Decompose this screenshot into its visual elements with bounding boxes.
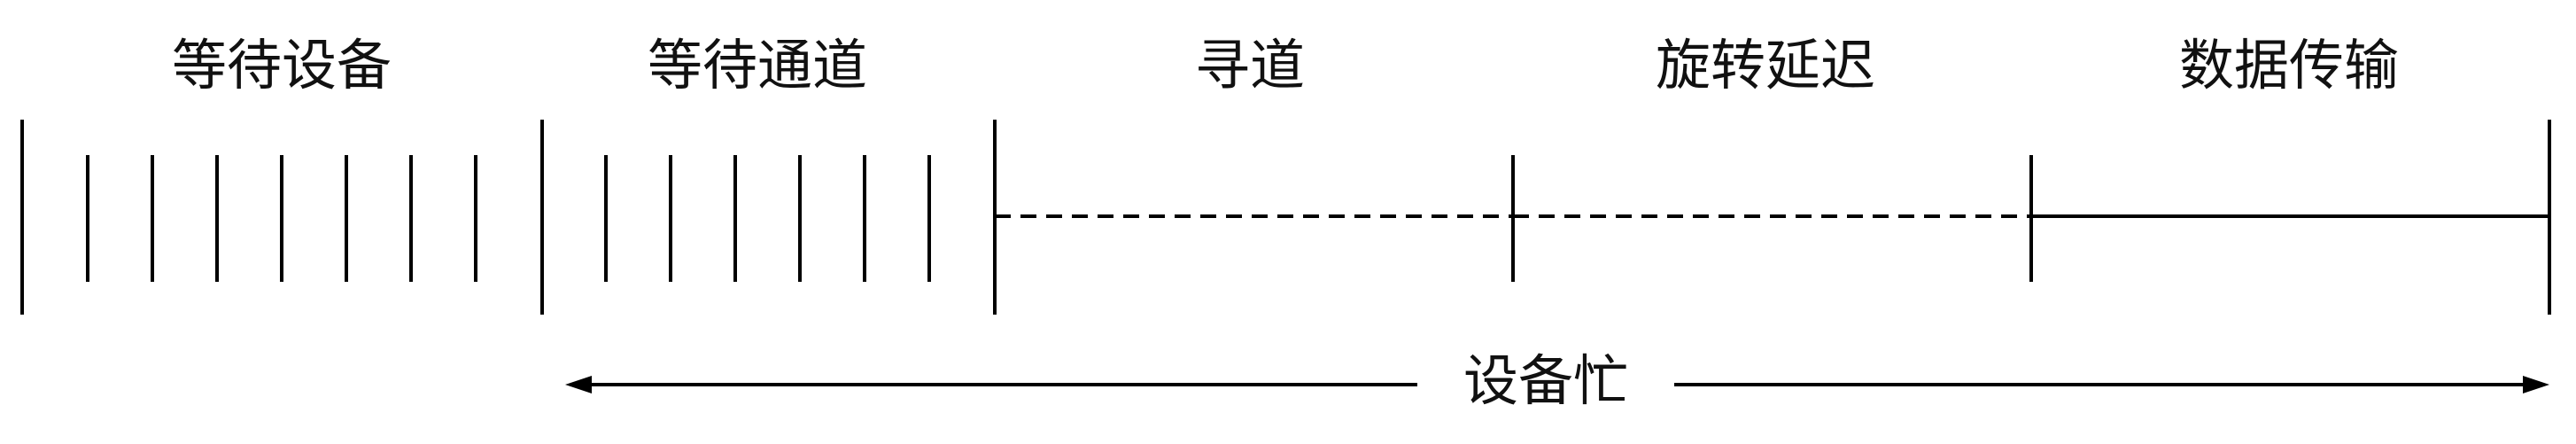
segment-label-seek: 寻道 <box>1195 33 1305 97</box>
segment-label-rotational-latency: 旋转延迟 <box>1656 33 1875 97</box>
segment-label-data-transfer: 数据传输 <box>2179 33 2399 97</box>
busy-arrow-right-head <box>2523 376 2549 393</box>
device-busy-arrow: 设备忙 <box>565 348 2549 413</box>
segment-label-wait-device: 等待设备 <box>172 33 392 97</box>
busy-arrow-left-head <box>565 376 592 393</box>
segment-label-wait-channel: 等待通道 <box>648 33 867 97</box>
io-timing-diagram: 等待设备 等待通道 寻道 旋转延迟 数据传输 设备忙 <box>0 0 2576 440</box>
device-busy-label: 设备忙 <box>1463 348 1628 413</box>
timeline-svg: 等待设备 等待通道 寻道 旋转延迟 数据传输 设备忙 <box>20 33 2551 413</box>
wait-device-hatching <box>86 155 477 282</box>
wait-channel-hatching <box>604 155 931 282</box>
